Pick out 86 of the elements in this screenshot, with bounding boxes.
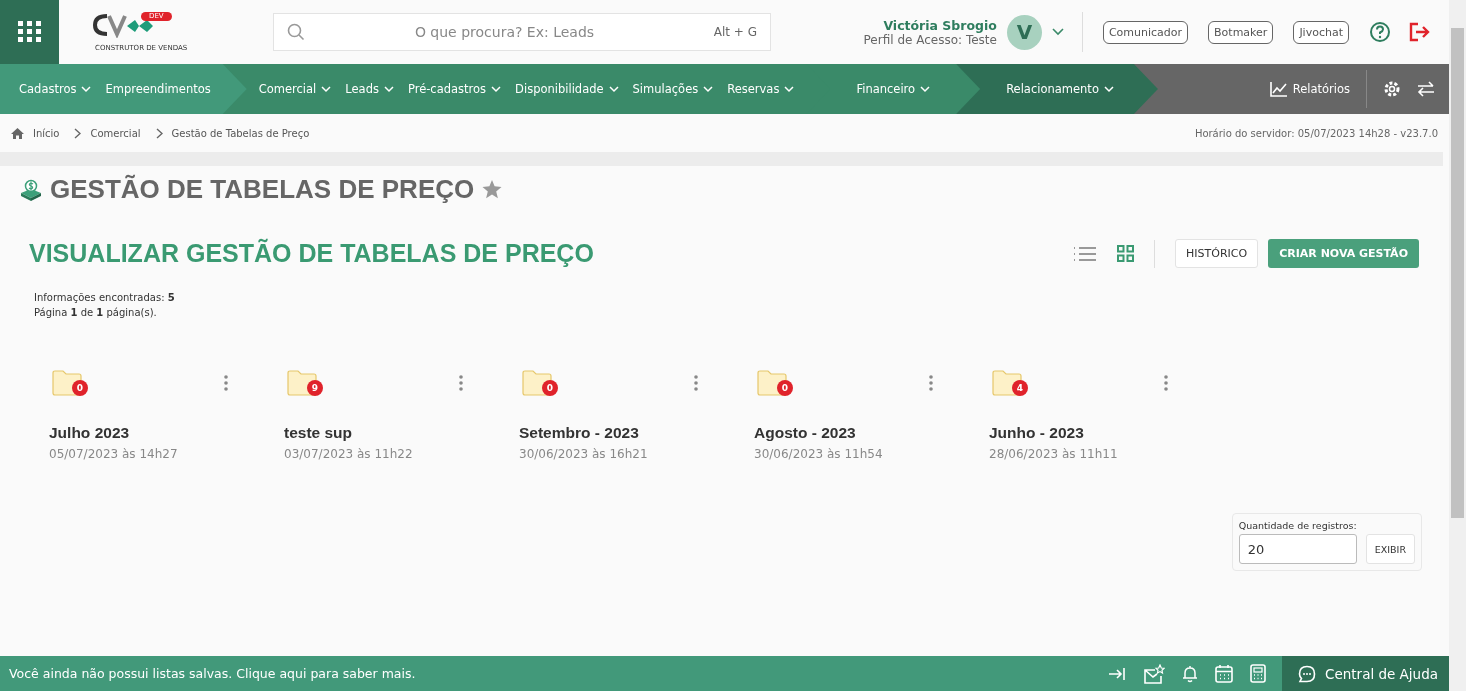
nav-menu-item[interactable]: Empreendimentos — [105, 82, 211, 96]
grid-view-icon[interactable] — [1117, 245, 1135, 262]
list-view-icon[interactable] — [1073, 244, 1098, 263]
records-input[interactable]: 20 — [1238, 534, 1357, 564]
show-button[interactable]: EXIBIR — [1365, 534, 1415, 564]
chat-bubble-icon — [1298, 664, 1316, 683]
folder-date: 28/06/2023 às 11h11 — [989, 447, 1119, 461]
more-options-icon[interactable] — [459, 375, 463, 391]
nav-menu-item[interactable]: Cadastros — [19, 82, 92, 96]
chevron-down-icon — [383, 85, 394, 93]
chevron-down-icon — [1103, 85, 1114, 93]
result-summary: Página 1 de 1 página(s). — [34, 306, 158, 320]
records-label: Quantidade de registros: — [1238, 520, 1358, 531]
integration-button[interactable]: Comunicador — [1102, 20, 1189, 44]
more-options-icon[interactable] — [224, 375, 228, 391]
search-icon — [287, 23, 305, 41]
page-title: GESTÃO DE TABELAS DE PREÇO — [50, 174, 475, 205]
more-options-icon[interactable] — [694, 375, 698, 391]
integration-button[interactable]: Botmaker — [1208, 20, 1274, 44]
nav-menu-item[interactable]: Comercial — [258, 82, 332, 96]
chevron-down-icon — [784, 85, 795, 93]
result-summary: Informações encontradas: 5 — [34, 291, 176, 305]
count-badge: 9 — [307, 380, 323, 396]
chevron-down-icon — [920, 85, 931, 93]
apps-menu-button[interactable] — [0, 0, 59, 64]
action-button[interactable]: HISTÓRICO — [1175, 239, 1259, 268]
folder-date: 03/07/2023 às 11h22 — [284, 447, 414, 461]
section-title: VISUALIZAR GESTÃO DE TABELAS DE PREÇO — [29, 239, 594, 268]
folder-date: 30/06/2023 às 11h54 — [754, 447, 884, 461]
help-icon[interactable] — [1369, 21, 1391, 43]
nav-menu-item[interactable]: Financeiro — [856, 82, 931, 96]
home-icon[interactable] — [11, 127, 24, 139]
breadcrumb-link[interactable]: Início — [33, 127, 60, 139]
count-badge: 0 — [542, 380, 558, 396]
action-button[interactable]: CRIAR NOVA GESTÃO — [1268, 239, 1419, 268]
folder-name[interactable]: Setembro - 2023 — [519, 424, 754, 442]
chevron-right-icon — [74, 127, 82, 139]
breadcrumb-link[interactable]: Comercial — [90, 127, 141, 139]
swap-arrows-icon[interactable] — [1417, 81, 1435, 97]
bell-icon[interactable] — [1182, 664, 1198, 683]
integration-button[interactable]: Jivochat — [1293, 20, 1349, 44]
count-badge: 0 — [777, 380, 793, 396]
money-box-icon — [20, 178, 42, 201]
chevron-down-icon — [703, 85, 714, 93]
folder-name[interactable]: Agosto - 2023 — [754, 424, 989, 442]
chevron-down-icon — [491, 85, 502, 93]
folder-date: 30/06/2023 às 16h21 — [519, 447, 649, 461]
user-name: Victória Sbrogio — [883, 17, 997, 33]
count-badge: 4 — [1012, 380, 1028, 396]
chevron-down-icon — [81, 85, 92, 93]
more-options-icon[interactable] — [1164, 375, 1168, 391]
breadcrumb-link[interactable]: Gestão de Tabelas de Preço — [171, 127, 310, 139]
nav-menu-item[interactable]: Disponibilidade — [515, 82, 619, 96]
folder-name[interactable]: Julho 2023 — [49, 424, 284, 442]
mail-star-icon[interactable] — [1143, 663, 1165, 684]
shortcut-hint: Alt + G — [713, 25, 757, 39]
chevron-down-icon[interactable] — [1051, 28, 1064, 36]
arrow-to-bar-icon[interactable] — [1108, 666, 1126, 681]
more-options-icon[interactable] — [929, 375, 933, 391]
logout-icon[interactable] — [1409, 22, 1431, 42]
nav-menu-item[interactable]: Leads — [345, 82, 394, 96]
settings-icon[interactable] — [1383, 80, 1401, 98]
chevron-down-icon — [321, 85, 332, 93]
calendar-icon[interactable] — [1215, 664, 1233, 683]
saved-lists-message[interactable]: Você ainda não possui listas salvas. Clique aqui para saber mais. — [0, 666, 416, 681]
chevron-down-icon — [608, 85, 619, 93]
server-time: Horário do servidor: 05/07/2023 14h28 - v23.7.0 — [1194, 127, 1438, 139]
nav-menu-item[interactable]: Relacionamento — [1006, 82, 1114, 96]
grid-icon — [17, 21, 42, 43]
nav-menu-item[interactable]: Simulações — [632, 82, 714, 96]
count-badge: 0 — [72, 380, 88, 396]
nav-menu-item[interactable]: Pré-cadastros — [407, 82, 502, 96]
user-profile: Perfil de Acesso: Teste — [863, 32, 997, 47]
nav-menu-item[interactable]: Reservas — [727, 82, 795, 96]
folder-name[interactable]: Junho - 2023 — [989, 424, 1224, 442]
user-avatar[interactable]: V — [1006, 14, 1042, 50]
help-center-button[interactable]: Central de Ajuda — [1282, 656, 1449, 691]
folder-date: 05/07/2023 às 14h27 — [49, 447, 179, 461]
chevron-right-icon — [155, 127, 163, 139]
folder-icon[interactable] — [287, 370, 317, 396]
folder-name[interactable]: teste sup — [284, 424, 519, 442]
calculator-icon[interactable] — [1250, 664, 1266, 683]
reports-menu-item[interactable]: Relatórios — [1269, 81, 1350, 97]
star-icon[interactable] — [482, 180, 503, 199]
line-chart-icon — [1269, 81, 1288, 97]
scrollbar[interactable] — [1449, 0, 1466, 691]
